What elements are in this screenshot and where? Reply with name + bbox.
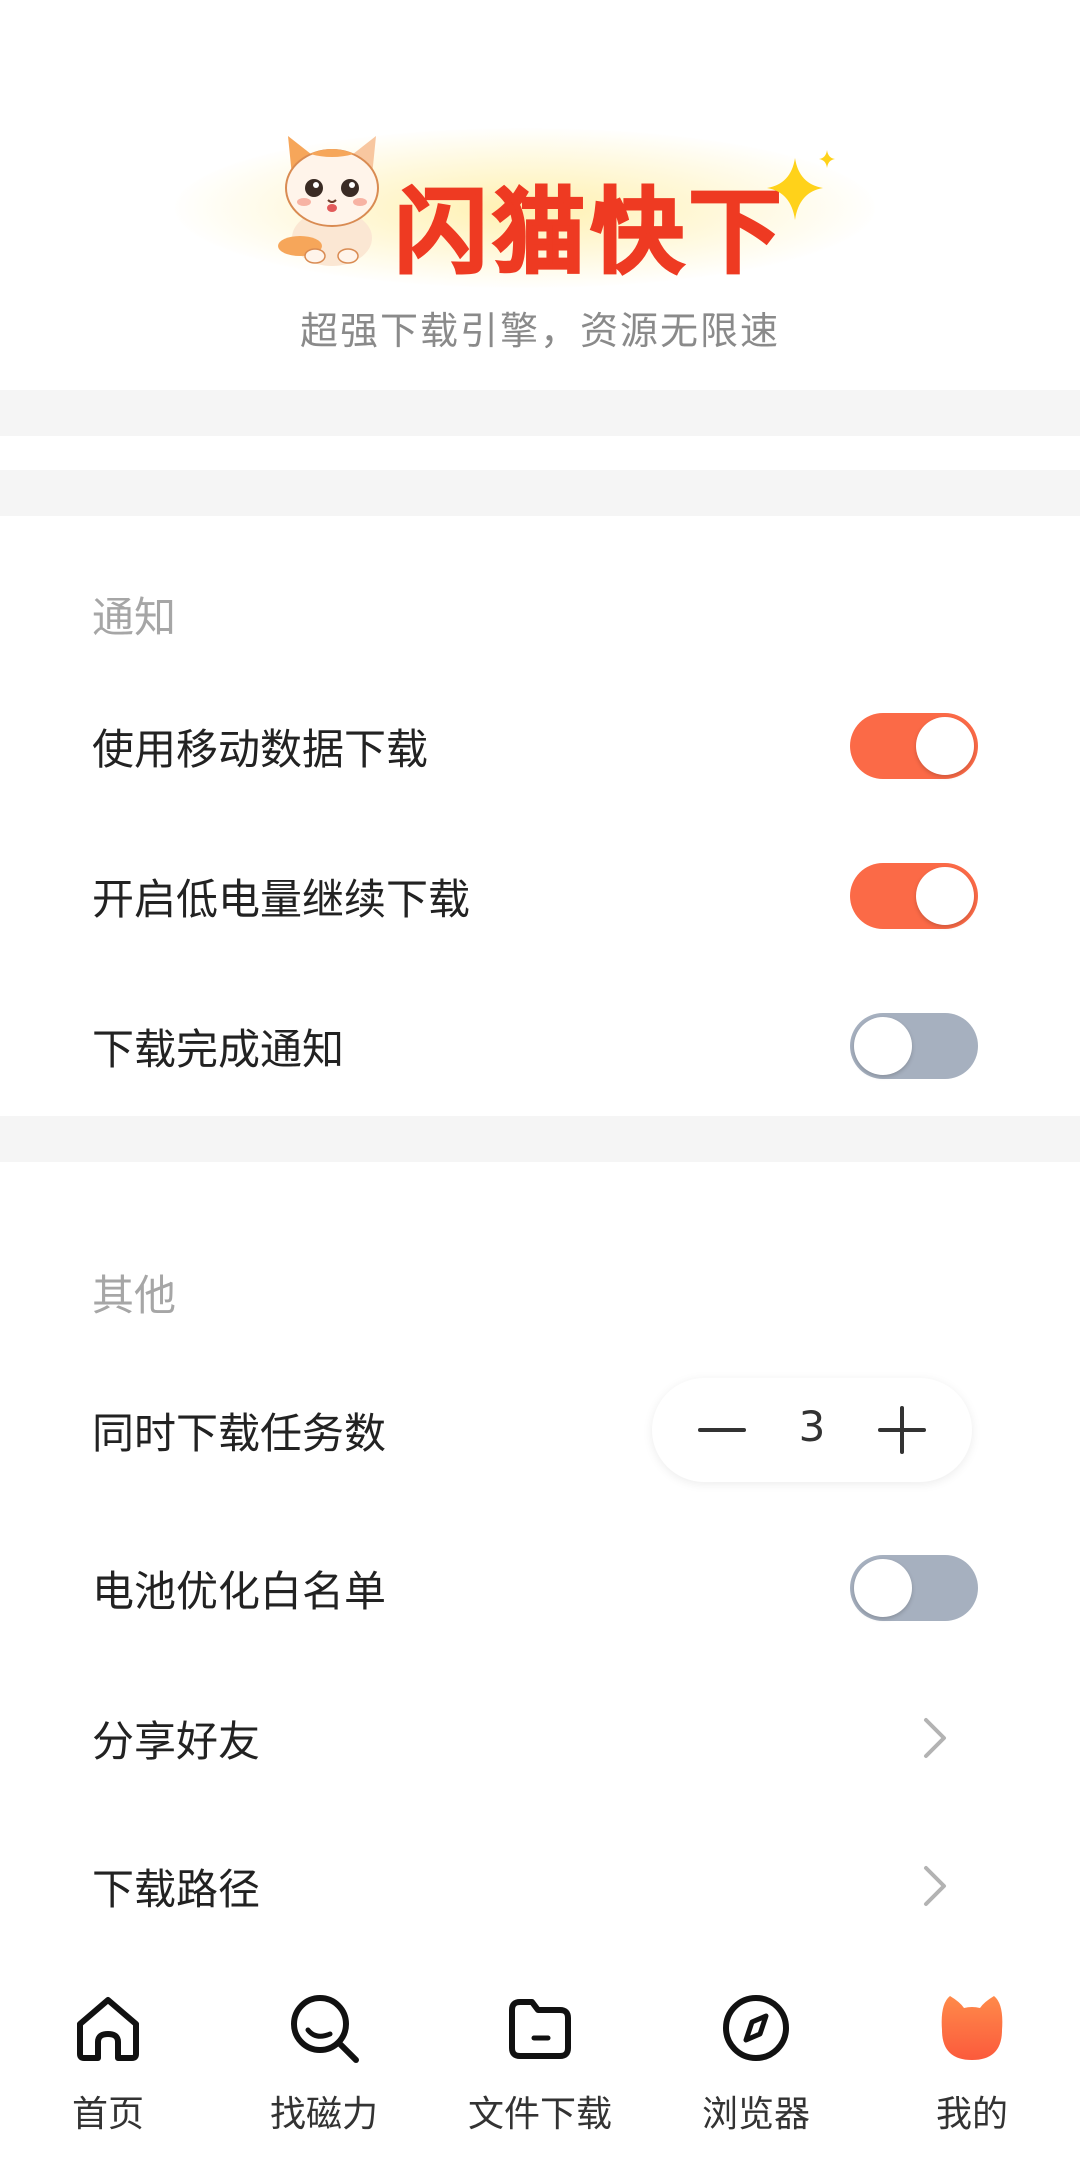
divider [0,1116,1080,1162]
setting-row-battery-whitelist: 电池优化白名单 [0,1528,1080,1648]
brand-name: 闪猫快下 [393,178,788,288]
setting-label: 同时下载任务数 [92,1409,387,1458]
blank-strip [0,436,1080,470]
task-count-stepper: 3 [652,1378,972,1482]
header: 闪猫快下 超强下载引擎，资源无限速 [0,0,1080,390]
setting-row-mobile-data: 使用移动数据下载 [0,686,1080,806]
home-icon [77,1997,139,2061]
setting-label: 下载完成通知 [92,1025,345,1074]
toggle-knob [854,1559,912,1617]
search-icon [291,1995,359,2063]
tab-mine[interactable]: 我的 [864,1960,1080,2157]
chevron-right-icon [924,1718,946,1758]
brand-logo: 闪猫快下 [175,118,875,298]
chevron-right-icon [924,1866,946,1906]
sparkle-icon [767,150,835,220]
setting-label: 电池优化白名单 [92,1567,387,1616]
section-title-notifications: 通知 [92,593,177,642]
setting-label: 开启低电量继续下载 [92,875,471,924]
toggle-knob [916,717,974,775]
toggle-knob [916,867,974,925]
setting-row-download-notify: 下载完成通知 [0,986,1080,1106]
compass-icon [723,1995,789,2061]
tab-browser[interactable]: 浏览器 [648,1960,864,2157]
setting-row-share[interactable]: 分享好友 [0,1678,1080,1798]
other-section: 其他 同时下载任务数 3 电池优化白名单 分享好友 下载路径 [0,1162,1080,1960]
bottom-tab-bar: 首页 找磁力 文件下载 浏览器 我的 [0,1960,1080,2157]
battery-whitelist-toggle[interactable] [850,1555,978,1621]
setting-label: 分享好友 [92,1717,261,1766]
task-count-value: 3 [798,1402,826,1451]
section-title-other: 其他 [92,1271,177,1320]
tab-label: 浏览器 [701,2094,810,2135]
setting-label: 下载路径 [92,1865,261,1914]
cat-avatar-icon [941,1996,1003,2060]
tab-label: 我的 [935,2094,1008,2135]
slogan: 超强下载引擎，资源无限速 [299,309,780,353]
folder-icon [509,1999,571,2059]
download-notify-toggle[interactable] [850,1013,978,1079]
increment-button[interactable] [852,1378,952,1482]
low-battery-toggle[interactable] [850,863,978,929]
tab-label: 首页 [71,2094,144,2135]
decrement-button[interactable] [672,1378,772,1482]
setting-row-concurrent-tasks: 同时下载任务数 3 [0,1370,1080,1490]
tab-file-download[interactable]: 文件下载 [432,1960,648,2157]
toggle-knob [854,1017,912,1075]
notification-section: 通知 使用移动数据下载 开启低电量继续下载 下载完成通知 [0,516,1080,1116]
tab-magnet-search[interactable]: 找磁力 [216,1960,432,2157]
divider [0,390,1080,436]
tab-home[interactable]: 首页 [0,1960,216,2157]
setting-row-low-battery: 开启低电量继续下载 [0,836,1080,956]
mobile-data-toggle[interactable] [850,713,978,779]
setting-row-download-path[interactable]: 下载路径 [0,1826,1080,1946]
tab-label: 文件下载 [467,2094,612,2135]
tab-label: 找磁力 [269,2094,378,2135]
divider [0,470,1080,516]
cat-mascot-icon [278,136,379,266]
setting-label: 使用移动数据下载 [92,725,429,774]
